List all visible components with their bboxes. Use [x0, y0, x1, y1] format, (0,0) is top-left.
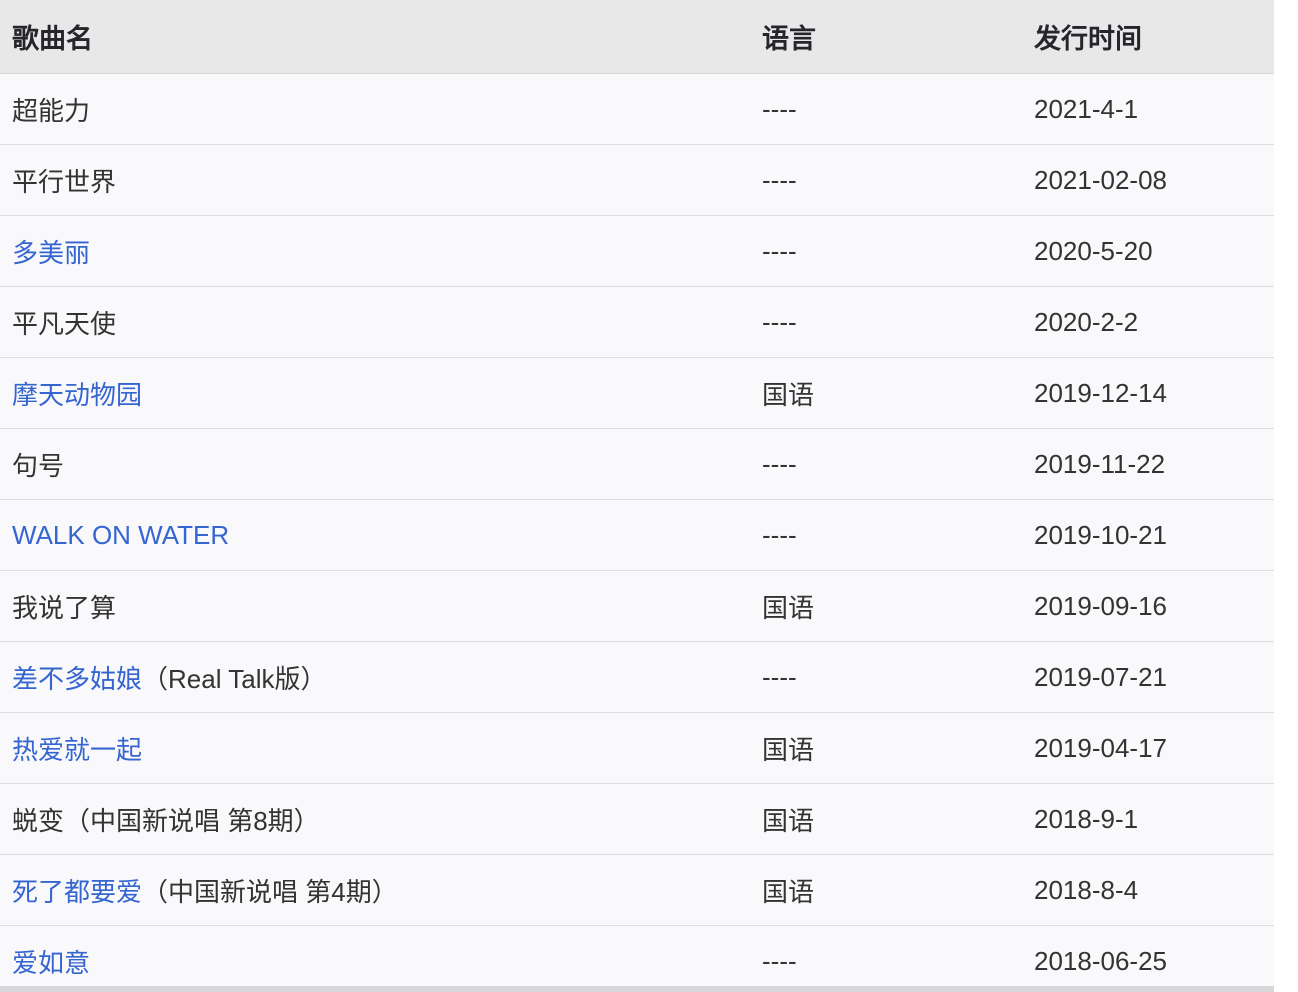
song-name-cell: 死了都要爱（中国新说唱 第4期）: [12, 872, 762, 909]
language-cell: ----: [762, 306, 797, 337]
column-header-song-name: 歌曲名: [12, 24, 93, 54]
song-name[interactable]: 热爱就一起: [12, 735, 142, 765]
table-row: 平凡天使 ---- 2020-2-2: [0, 287, 1274, 358]
song-name[interactable]: 摩天动物园: [12, 380, 142, 410]
song-name-cell: 多美丽: [12, 233, 762, 270]
column-header-language: 语言: [762, 24, 816, 54]
table-row: 我说了算 国语 2019-09-16: [0, 571, 1274, 642]
release-date-cell: 2019-07-21: [1034, 661, 1167, 692]
release-date-cell: 2020-5-20: [1034, 235, 1153, 266]
language-cell: ----: [762, 448, 797, 479]
song-name[interactable]: 差不多姑娘: [12, 664, 142, 694]
song-name-suffix: （Real Talk版）: [142, 663, 327, 694]
song-name-cell: 差不多姑娘（Real Talk版）: [12, 659, 762, 696]
language-cell: ----: [762, 945, 797, 976]
release-date-cell: 2021-4-1: [1034, 93, 1139, 124]
language-cell: 国语: [762, 876, 815, 907]
table-row: 热爱就一起 国语 2019-04-17: [0, 713, 1274, 784]
table-row: 平行世界 ---- 2021-02-08: [0, 145, 1274, 216]
table-row: 句号 ---- 2019-11-22: [0, 429, 1274, 500]
release-date-cell: 2018-9-1: [1034, 803, 1139, 834]
language-cell: 国语: [762, 734, 815, 765]
table-row: 爱如意 ---- 2018-06-25: [0, 926, 1274, 992]
song-name: 平行世界: [12, 166, 117, 197]
song-name-cell: 爱如意: [12, 943, 762, 980]
song-name: 蜕变（中国新说唱 第8期）: [12, 805, 320, 836]
song-name[interactable]: 死了都要爱: [12, 877, 142, 907]
table-row: 差不多姑娘（Real Talk版） ---- 2019-07-21: [0, 642, 1274, 713]
song-name: 平凡天使: [12, 308, 117, 339]
song-name-suffix: （中国新说唱 第4期）: [142, 876, 398, 907]
release-date-cell: 2019-11-22: [1034, 448, 1166, 479]
release-date-cell: 2020-2-2: [1034, 306, 1139, 337]
song-name-cell: WALK ON WATER: [12, 520, 762, 551]
song-name-cell: 句号: [12, 446, 762, 483]
song-name-cell: 平凡天使: [12, 304, 762, 341]
song-name[interactable]: 多美丽: [12, 238, 90, 268]
language-cell: ----: [762, 519, 797, 550]
release-date-cell: 2019-10-21: [1034, 519, 1167, 550]
table-row: WALK ON WATER ---- 2019-10-21: [0, 500, 1274, 571]
language-cell: ----: [762, 164, 797, 195]
release-date-cell: 2018-8-4: [1034, 874, 1139, 905]
song-name[interactable]: WALK ON WATER: [12, 520, 229, 550]
song-name-cell: 摩天动物园: [12, 375, 762, 412]
language-cell: ----: [762, 93, 797, 124]
release-date-cell: 2019-12-14: [1034, 377, 1167, 408]
song-name: 超能力: [12, 95, 91, 126]
release-date-cell: 2018-06-25: [1034, 945, 1167, 976]
table-row: 摩天动物园 国语 2019-12-14: [0, 358, 1274, 429]
bottom-divider: [0, 986, 1274, 992]
song-name-cell: 蜕变（中国新说唱 第8期）: [12, 801, 762, 838]
song-name[interactable]: 爱如意: [12, 948, 90, 978]
release-date-cell: 2019-09-16: [1034, 590, 1167, 621]
song-name-cell: 平行世界: [12, 162, 762, 199]
language-cell: ----: [762, 235, 797, 266]
song-name-cell: 热爱就一起: [12, 730, 762, 767]
song-name-cell: 超能力: [12, 91, 762, 128]
table-header: 歌曲名 语言 发行时间: [0, 0, 1274, 74]
song-table: 歌曲名 语言 发行时间 超能力 ---- 2021-4-1 平行世界 ---- …: [0, 0, 1274, 992]
table-body: 超能力 ---- 2021-4-1 平行世界 ---- 2021-02-08 多…: [0, 74, 1274, 992]
column-header-release-date: 发行时间: [1034, 24, 1142, 54]
language-cell: 国语: [762, 592, 815, 623]
release-date-cell: 2019-04-17: [1034, 732, 1167, 763]
song-name-cell: 我说了算: [12, 588, 762, 625]
language-cell: 国语: [762, 805, 815, 836]
release-date-cell: 2021-02-08: [1034, 164, 1167, 195]
song-name: 句号: [12, 450, 65, 481]
language-cell: 国语: [762, 379, 815, 410]
song-name: 我说了算: [12, 592, 117, 623]
table-row: 超能力 ---- 2021-4-1: [0, 74, 1274, 145]
page: 歌曲名 语言 发行时间 超能力 ---- 2021-4-1 平行世界 ---- …: [0, 0, 1298, 992]
language-cell: ----: [762, 661, 797, 692]
table-row: 死了都要爱（中国新说唱 第4期） 国语 2018-8-4: [0, 855, 1274, 926]
table-row: 多美丽 ---- 2020-5-20: [0, 216, 1274, 287]
table-row: 蜕变（中国新说唱 第8期） 国语 2018-9-1: [0, 784, 1274, 855]
